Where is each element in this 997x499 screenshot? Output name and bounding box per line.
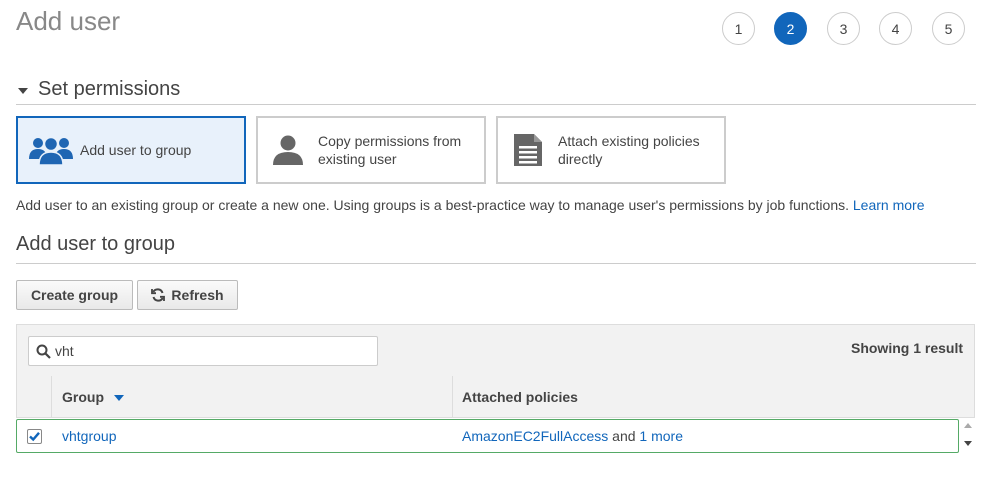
row-checkbox[interactable] xyxy=(27,429,42,444)
refresh-label: Refresh xyxy=(171,287,224,303)
divider xyxy=(16,263,976,264)
checkmark-icon xyxy=(29,432,40,442)
divider xyxy=(16,104,976,105)
create-group-button[interactable]: Create group xyxy=(16,280,133,310)
learn-more-link[interactable]: Learn more xyxy=(853,197,925,213)
option-add-user-to-group[interactable]: Add user to group xyxy=(16,116,246,184)
set-permissions-toggle[interactable]: Set permissions xyxy=(18,78,180,101)
add-user-to-group-heading: Add user to group xyxy=(16,233,175,255)
page-title: Add user xyxy=(16,6,121,36)
permissions-description: Add user to an existing group or create … xyxy=(16,197,924,213)
step-4[interactable]: 4 xyxy=(879,12,912,45)
option-label: Copy permissions from existing user xyxy=(318,132,461,168)
column-header-group[interactable]: Group xyxy=(62,376,124,417)
more-policies-link[interactable]: 1 more xyxy=(639,428,683,444)
option-label-line: Attach existing policies xyxy=(558,133,700,149)
scroll-down-arrow-icon[interactable] xyxy=(964,441,972,446)
refresh-icon xyxy=(151,288,166,302)
users-group-icon xyxy=(22,133,80,167)
groups-table: vht Showing 1 result Group Attached poli… xyxy=(16,324,976,456)
document-icon xyxy=(498,132,558,168)
step-2[interactable]: 2 xyxy=(774,12,807,45)
scroll-up-arrow-icon[interactable] xyxy=(964,423,972,428)
refresh-button[interactable]: Refresh xyxy=(137,280,238,310)
sort-down-icon xyxy=(114,394,124,401)
option-attach-policies[interactable]: Attach existing policies directly xyxy=(496,116,726,184)
table-header: Group Attached policies xyxy=(16,376,975,418)
description-text: Add user to an existing group or create … xyxy=(16,197,849,213)
policy-conjunction: and xyxy=(612,428,636,444)
option-copy-permissions[interactable]: Copy permissions from existing user xyxy=(256,116,486,184)
group-name-link[interactable]: vhtgroup xyxy=(62,428,116,444)
user-icon xyxy=(258,133,318,167)
step-5[interactable]: 5 xyxy=(932,12,965,45)
column-divider xyxy=(452,376,453,417)
option-label-line: directly xyxy=(558,151,603,167)
caret-down-icon xyxy=(18,87,28,94)
search-icon xyxy=(36,344,51,359)
set-permissions-heading: Set permissions xyxy=(38,78,181,100)
scrollbar[interactable] xyxy=(961,419,975,453)
policy-link[interactable]: AmazonEC2FullAccess xyxy=(462,428,608,444)
option-label: Attach existing policies directly xyxy=(558,132,700,168)
result-count: Showing 1 result xyxy=(850,340,963,356)
column-header-label: Group xyxy=(62,388,104,405)
table-toolbar: vht Showing 1 result xyxy=(16,324,975,377)
step-1[interactable]: 1 xyxy=(722,12,755,45)
attached-policies-cell: AmazonEC2FullAccess and 1 more xyxy=(462,428,683,444)
option-label-line: Copy permissions from xyxy=(318,133,462,149)
option-label: Add user to group xyxy=(80,142,192,158)
table-row[interactable]: vhtgroup AmazonEC2FullAccess and 1 more xyxy=(16,419,959,453)
step-3[interactable]: 3 xyxy=(827,12,860,45)
option-label-line: existing user xyxy=(318,151,397,167)
search-input[interactable]: vht xyxy=(55,343,74,359)
column-divider xyxy=(51,376,52,417)
column-header-attached-policies[interactable]: Attached policies xyxy=(462,376,578,417)
search-field[interactable]: vht xyxy=(28,336,378,366)
